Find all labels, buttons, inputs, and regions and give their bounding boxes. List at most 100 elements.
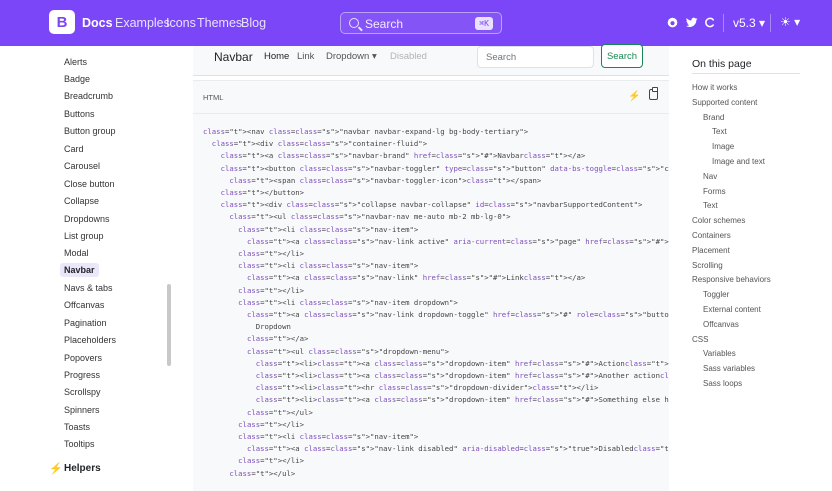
example-link-link[interactable]: Link xyxy=(297,51,314,62)
sidebar-item-scrollspy[interactable]: Scrollspy xyxy=(64,385,101,399)
code-line: class="t"><li>class="t"><a class=class="… xyxy=(255,371,669,380)
sidebar-section-helpers[interactable]: Helpers xyxy=(64,463,101,474)
example-dropdown[interactable]: Dropdown ▾ xyxy=(326,51,377,62)
sidebar-item-breadcrumb[interactable]: Breadcrumb xyxy=(64,89,113,103)
sidebar-item-modal[interactable]: Modal xyxy=(64,246,89,260)
toc-item[interactable]: Supported content xyxy=(692,98,757,107)
sidebar-item-button-group[interactable]: Button group xyxy=(64,124,116,138)
toc-item[interactable]: Nav xyxy=(703,172,717,181)
toc-item[interactable]: Brand xyxy=(703,113,724,122)
code-block: class="t"><nav class=class="s">"navbar n… xyxy=(193,114,669,491)
toc-item[interactable]: Sass loops xyxy=(703,379,742,388)
sidebar-item-toasts[interactable]: Toasts xyxy=(64,420,90,434)
example-search-placeholder: Search xyxy=(486,52,517,63)
clipboard-icon[interactable] xyxy=(649,87,658,100)
sidebar-item-spinners[interactable]: Spinners xyxy=(64,403,100,417)
toc-item[interactable]: Variables xyxy=(703,349,736,358)
nav-themes[interactable]: Themes xyxy=(197,16,242,30)
example-navbar-brand[interactable]: Navbar xyxy=(214,50,253,64)
version-dropdown[interactable]: v5.3 ▾ xyxy=(733,16,765,30)
toc-item[interactable]: CSS xyxy=(692,335,708,344)
example-search-input[interactable]: Search xyxy=(477,46,594,68)
docs-search-button[interactable]: Search ⌘K xyxy=(340,12,502,34)
bootstrap-logo[interactable]: B xyxy=(49,10,75,34)
toc-item[interactable]: External content xyxy=(703,305,761,314)
sidebar-scrollbar[interactable] xyxy=(167,284,171,366)
toc-item[interactable]: Toggler xyxy=(703,290,729,299)
sidebar-item-buttons[interactable]: Buttons xyxy=(64,107,95,121)
toc-item[interactable]: Text xyxy=(703,201,718,210)
toc-item[interactable]: Text xyxy=(712,127,727,136)
code-line: class="t"><ul class=class="s">"dropdown-… xyxy=(246,346,450,356)
search-placeholder: Search xyxy=(365,17,404,31)
code-line: class="t"></li> xyxy=(238,456,305,466)
toc-item[interactable]: How it works xyxy=(692,83,737,92)
toc-item[interactable]: Placement xyxy=(692,246,730,255)
code-language-label: HTML xyxy=(203,93,224,102)
code-line: class="t"><div class=class="s">"collapse… xyxy=(220,200,643,210)
nav-icons[interactable]: Icons xyxy=(166,16,196,30)
code-line: class="t"></li> xyxy=(238,249,305,258)
code-line: class="t"><li>class="t"><hr class=class=… xyxy=(255,383,599,393)
code-line: class="t"></button> xyxy=(220,188,305,197)
nav-docs[interactable]: Docs xyxy=(82,16,113,30)
toc-item[interactable]: Forms xyxy=(703,187,726,196)
nav-blog[interactable]: Blog xyxy=(241,16,266,30)
toc-item[interactable]: Color schemes xyxy=(692,216,745,225)
code-line: class="t"><li>class="t"><a class=class="… xyxy=(255,395,669,405)
code-line: class="t"></a> xyxy=(246,334,309,344)
code-line: class="t"></ul> xyxy=(229,468,296,478)
sidebar-item-carousel[interactable]: Carousel xyxy=(64,159,100,173)
example-link-home[interactable]: Home xyxy=(264,51,289,62)
sidebar-item-alerts[interactable]: Alerts xyxy=(64,55,87,69)
github-icon[interactable] xyxy=(667,17,678,28)
sidebar-item-placeholders[interactable]: Placeholders xyxy=(64,333,116,347)
code-line: class="t"><a class=class="s">"nav-link a… xyxy=(246,236,669,246)
sidebar-item-offcanvas[interactable]: Offcanvas xyxy=(64,298,104,312)
sidebar-item-list-group[interactable]: List group xyxy=(64,229,104,243)
sidebar-item-dropdowns[interactable]: Dropdowns xyxy=(64,212,110,226)
code-line: class="t"><li class=class="s">"nav-item … xyxy=(238,297,458,307)
sidebar-item-pagination[interactable]: Pagination xyxy=(64,316,107,330)
sidebar-item-collapse[interactable]: Collapse xyxy=(64,194,99,208)
sidebar-item-tooltips[interactable]: Tooltips xyxy=(64,437,95,451)
sidebar-item-navbar[interactable]: Navbar xyxy=(60,263,99,277)
toc-divider xyxy=(692,73,800,74)
code-line: Dropdown xyxy=(203,322,291,332)
opencollective-icon[interactable] xyxy=(705,17,716,28)
sidebar-item-card[interactable]: Card xyxy=(64,142,84,156)
code-line: class="t"><span class=class="s">"navbar-… xyxy=(229,175,542,185)
toc-item[interactable]: Offcanvas xyxy=(703,320,739,329)
toc-item[interactable]: Sass variables xyxy=(703,364,755,373)
lightning-icon[interactable]: ⚡ xyxy=(628,91,640,102)
sidebar-item-popovers[interactable]: Popovers xyxy=(64,351,102,365)
example-link-disabled: Disabled xyxy=(390,51,427,62)
example-search-button[interactable]: Search xyxy=(601,44,643,68)
code-line: class="t"><li class=class="s">"nav-item"… xyxy=(238,432,419,441)
toc-item[interactable]: Scrolling xyxy=(692,261,723,270)
twitter-icon[interactable] xyxy=(686,17,698,28)
code-line: class="t"></ul> xyxy=(246,407,313,417)
top-navbar: B Docs Examples Icons Themes Blog Search… xyxy=(0,0,832,46)
code-line: class="t"></li> xyxy=(238,419,305,429)
nav-examples[interactable]: Examples xyxy=(115,16,170,30)
code-line: class="t"><button class=class="s">"navba… xyxy=(220,163,669,173)
sidebar-item-navs-tabs[interactable]: Navs & tabs xyxy=(64,281,113,295)
toc-item[interactable]: Image and text xyxy=(712,157,765,166)
toc-item[interactable]: Responsive behaviors xyxy=(692,275,771,284)
code-header xyxy=(193,80,669,114)
code-line: class="t"><ul class=class="s">"navbar-na… xyxy=(229,212,511,222)
code-line: class="t"><a class=class="s">"navbar-bra… xyxy=(220,151,586,161)
code-line: class="t"><div class=class="s">"containe… xyxy=(211,139,428,149)
search-icon xyxy=(349,18,359,28)
toc-item[interactable]: Containers xyxy=(692,231,731,240)
sidebar-item-progress[interactable]: Progress xyxy=(64,368,100,382)
code-line: class="t"><nav class=class="s">"navbar n… xyxy=(203,127,529,136)
sidebar-item-close-button[interactable]: Close button xyxy=(64,177,115,191)
divider xyxy=(723,14,724,32)
sidebar-item-badge[interactable]: Badge xyxy=(64,72,90,86)
toc-item[interactable]: Image xyxy=(712,142,734,151)
sun-icon: ☀ xyxy=(780,15,791,29)
theme-toggle[interactable]: ☀ ▾ xyxy=(780,15,800,29)
toc-title: On this page xyxy=(692,58,752,70)
